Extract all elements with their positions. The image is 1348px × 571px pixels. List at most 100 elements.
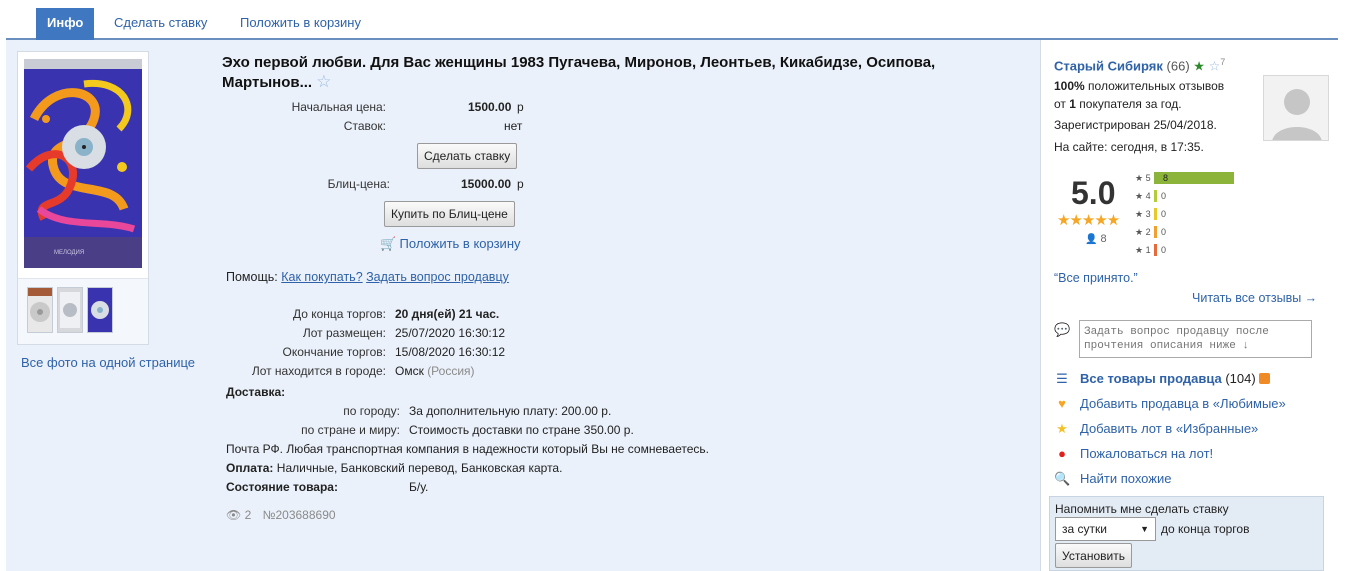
- buy-blitz-button[interactable]: Купить по Блиц-цене: [384, 201, 515, 227]
- buyers-text: покупателя за год.: [1079, 97, 1182, 111]
- main-photo[interactable]: МЕЛОДИЯ: [24, 59, 142, 268]
- city-value: Омск: [395, 364, 424, 378]
- start-price-value: 1500.00: [468, 100, 512, 114]
- end-label: До конца торгов:: [292, 307, 386, 321]
- rating-bar-label: ★ 4: [1135, 191, 1151, 201]
- country-delivery-value: Стоимость доставки по стране 350.00 р.: [409, 423, 634, 437]
- from-text: от: [1054, 97, 1066, 111]
- help-label: Помощь:: [226, 270, 278, 284]
- cart-icon: 🛒: [380, 236, 397, 251]
- payment-value: Наличные, Банковский перевод, Банковская…: [276, 461, 563, 475]
- add-to-cart-link[interactable]: 🛒 Положить в корзину: [380, 236, 521, 252]
- delivery-label: Доставка:: [226, 385, 286, 399]
- avatar[interactable]: [1263, 75, 1329, 141]
- thumbnail-strip: [18, 278, 148, 344]
- all-photos-link[interactable]: Все фото на одной странице: [21, 355, 195, 370]
- add-favorite-seller-row: ♥ Добавить продавца в «Любимые»: [1054, 396, 1286, 411]
- ask-seller-link[interactable]: Задать вопрос продавцу: [366, 270, 509, 284]
- rating-stars-icon: ★★★★★: [1057, 212, 1120, 229]
- tab-info[interactable]: Инфо: [36, 8, 95, 40]
- add-favorite-lot-row: ★ Добавить лот в «Избранные»: [1054, 421, 1258, 437]
- reminder-title: Напомнить мне сделать ставку: [1055, 502, 1229, 516]
- rating-bar-count: 0: [1161, 209, 1167, 219]
- positive-percent: 100%: [1054, 79, 1085, 93]
- start-price-currency: р: [517, 100, 524, 114]
- rating-bar-count: 0: [1161, 227, 1167, 237]
- seller-name-link[interactable]: Старый Сибиряк: [1054, 58, 1163, 73]
- rating-bar-fill: [1154, 244, 1157, 256]
- all-items-row: ☰ Все товары продавца (104): [1054, 371, 1271, 387]
- thumbnail-2[interactable]: [57, 287, 83, 333]
- country-delivery-label: по стране и миру:: [301, 423, 400, 437]
- list-icon: ☰: [1056, 371, 1068, 386]
- set-reminder-button[interactable]: Установить: [1055, 543, 1132, 568]
- seller-star-count: 7: [1220, 57, 1226, 67]
- rating-bar-label: ★ 2: [1135, 227, 1151, 237]
- heart-icon: ♥: [1058, 396, 1066, 411]
- tab-bar: Инфо Сделать ставку Положить в корзину: [6, 0, 1338, 40]
- favorite-star-icon[interactable]: ☆: [316, 72, 331, 91]
- country-value: (Россия): [427, 364, 475, 378]
- rating-bar-fill: [1154, 190, 1157, 202]
- condition-label: Состояние товара:: [226, 480, 338, 494]
- make-bid-button[interactable]: Сделать ставку: [417, 143, 518, 169]
- thumbnail-3[interactable]: [87, 287, 113, 333]
- search-icon: 🔍: [1054, 471, 1071, 486]
- find-similar-link[interactable]: Найти похожие: [1080, 471, 1171, 486]
- rating-bar-fill: [1154, 208, 1157, 220]
- how-to-buy-link[interactable]: Как покупать?: [281, 270, 362, 284]
- reminder-period-select[interactable]: за сутки ▼: [1055, 517, 1156, 541]
- add-to-cart-label: Положить в корзину: [399, 236, 521, 251]
- eye-icon: 👁: [226, 508, 242, 522]
- placed-value: 25/07/2020 16:30:12: [395, 326, 506, 340]
- reminder-select-value: за сутки: [1062, 522, 1107, 536]
- tab-add-to-cart[interactable]: Положить в корзину: [240, 8, 361, 38]
- finish-label: Окончание торгов:: [282, 345, 387, 359]
- add-favorite-seller-link[interactable]: Добавить продавца в «Любимые»: [1080, 396, 1286, 411]
- help-row: Помощь: Как покупать? Задать вопрос прод…: [226, 270, 509, 284]
- views-count: 2: [244, 508, 252, 522]
- blitz-price-currency: р: [517, 177, 524, 191]
- review-quote[interactable]: “Все принято.”: [1054, 271, 1138, 285]
- blitz-price-value: 15000.00: [461, 177, 512, 191]
- alert-icon: ●: [1058, 446, 1066, 461]
- start-price-label: Начальная цена:: [291, 100, 386, 114]
- complain-link[interactable]: Пожаловаться на лот!: [1080, 446, 1213, 461]
- main-photo-label: МЕЛОДИЯ: [54, 250, 84, 256]
- views-row: 👁 2 №203688690: [226, 508, 336, 522]
- tab-make-bid[interactable]: Сделать ставку: [114, 8, 207, 38]
- add-favorite-lot-link[interactable]: Добавить лот в «Избранные»: [1080, 421, 1258, 436]
- blitz-price-label: Блиц-цена:: [327, 177, 390, 191]
- all-items-link[interactable]: Все товары продавца: [1080, 371, 1222, 386]
- lot-title: Эхо первой любви. Для Вас женщины 1983 П…: [222, 53, 1002, 92]
- ask-seller-input[interactable]: [1079, 320, 1312, 358]
- rating-bar-label: ★ 5: [1135, 173, 1151, 183]
- end-value: 20 дня(ей) 21 час.: [395, 307, 500, 321]
- city-label: Лот находится в городе:: [251, 364, 386, 378]
- online-status: На сайте: сегодня, в 17:35.: [1054, 140, 1204, 154]
- positive-row: 100% положительных отзывов: [1054, 79, 1224, 93]
- rss-icon[interactable]: [1259, 373, 1271, 384]
- all-items-count: (104): [1225, 371, 1256, 386]
- star-icon: ★: [1056, 421, 1068, 436]
- rating-people-row: 👤 8: [1085, 233, 1107, 245]
- lot-number: №203688690: [262, 508, 336, 522]
- positive-text: положительных отзывов: [1088, 79, 1225, 93]
- photo-gallery: МЕЛОДИЯ: [17, 51, 149, 345]
- read-all-reviews-link[interactable]: Читать все отзывы →: [1192, 291, 1317, 305]
- rating-bar-count: 8: [1163, 173, 1169, 183]
- rating-people-count: 8: [1100, 233, 1107, 245]
- bids-label: Ставок:: [343, 119, 386, 133]
- green-star-icon: ★: [1193, 58, 1205, 74]
- city-delivery-value: За дополнительную плату: 200.00 р.: [409, 404, 612, 418]
- chat-icon: 💬: [1054, 322, 1071, 337]
- payment-label: Оплата:: [226, 461, 274, 475]
- reminder-suffix: до конца торгов: [1161, 522, 1250, 536]
- buyers-row: от 1 покупателя за год.: [1054, 97, 1182, 111]
- registered-date: Зарегистрирован 25/04/2018.: [1054, 118, 1217, 132]
- condition-value: Б/у.: [409, 480, 429, 494]
- thumbnail-1[interactable]: [27, 287, 53, 333]
- rating-bar-fill: [1154, 226, 1157, 238]
- placed-label: Лот размещен:: [302, 326, 386, 340]
- outline-star-icon: ☆: [1208, 58, 1221, 74]
